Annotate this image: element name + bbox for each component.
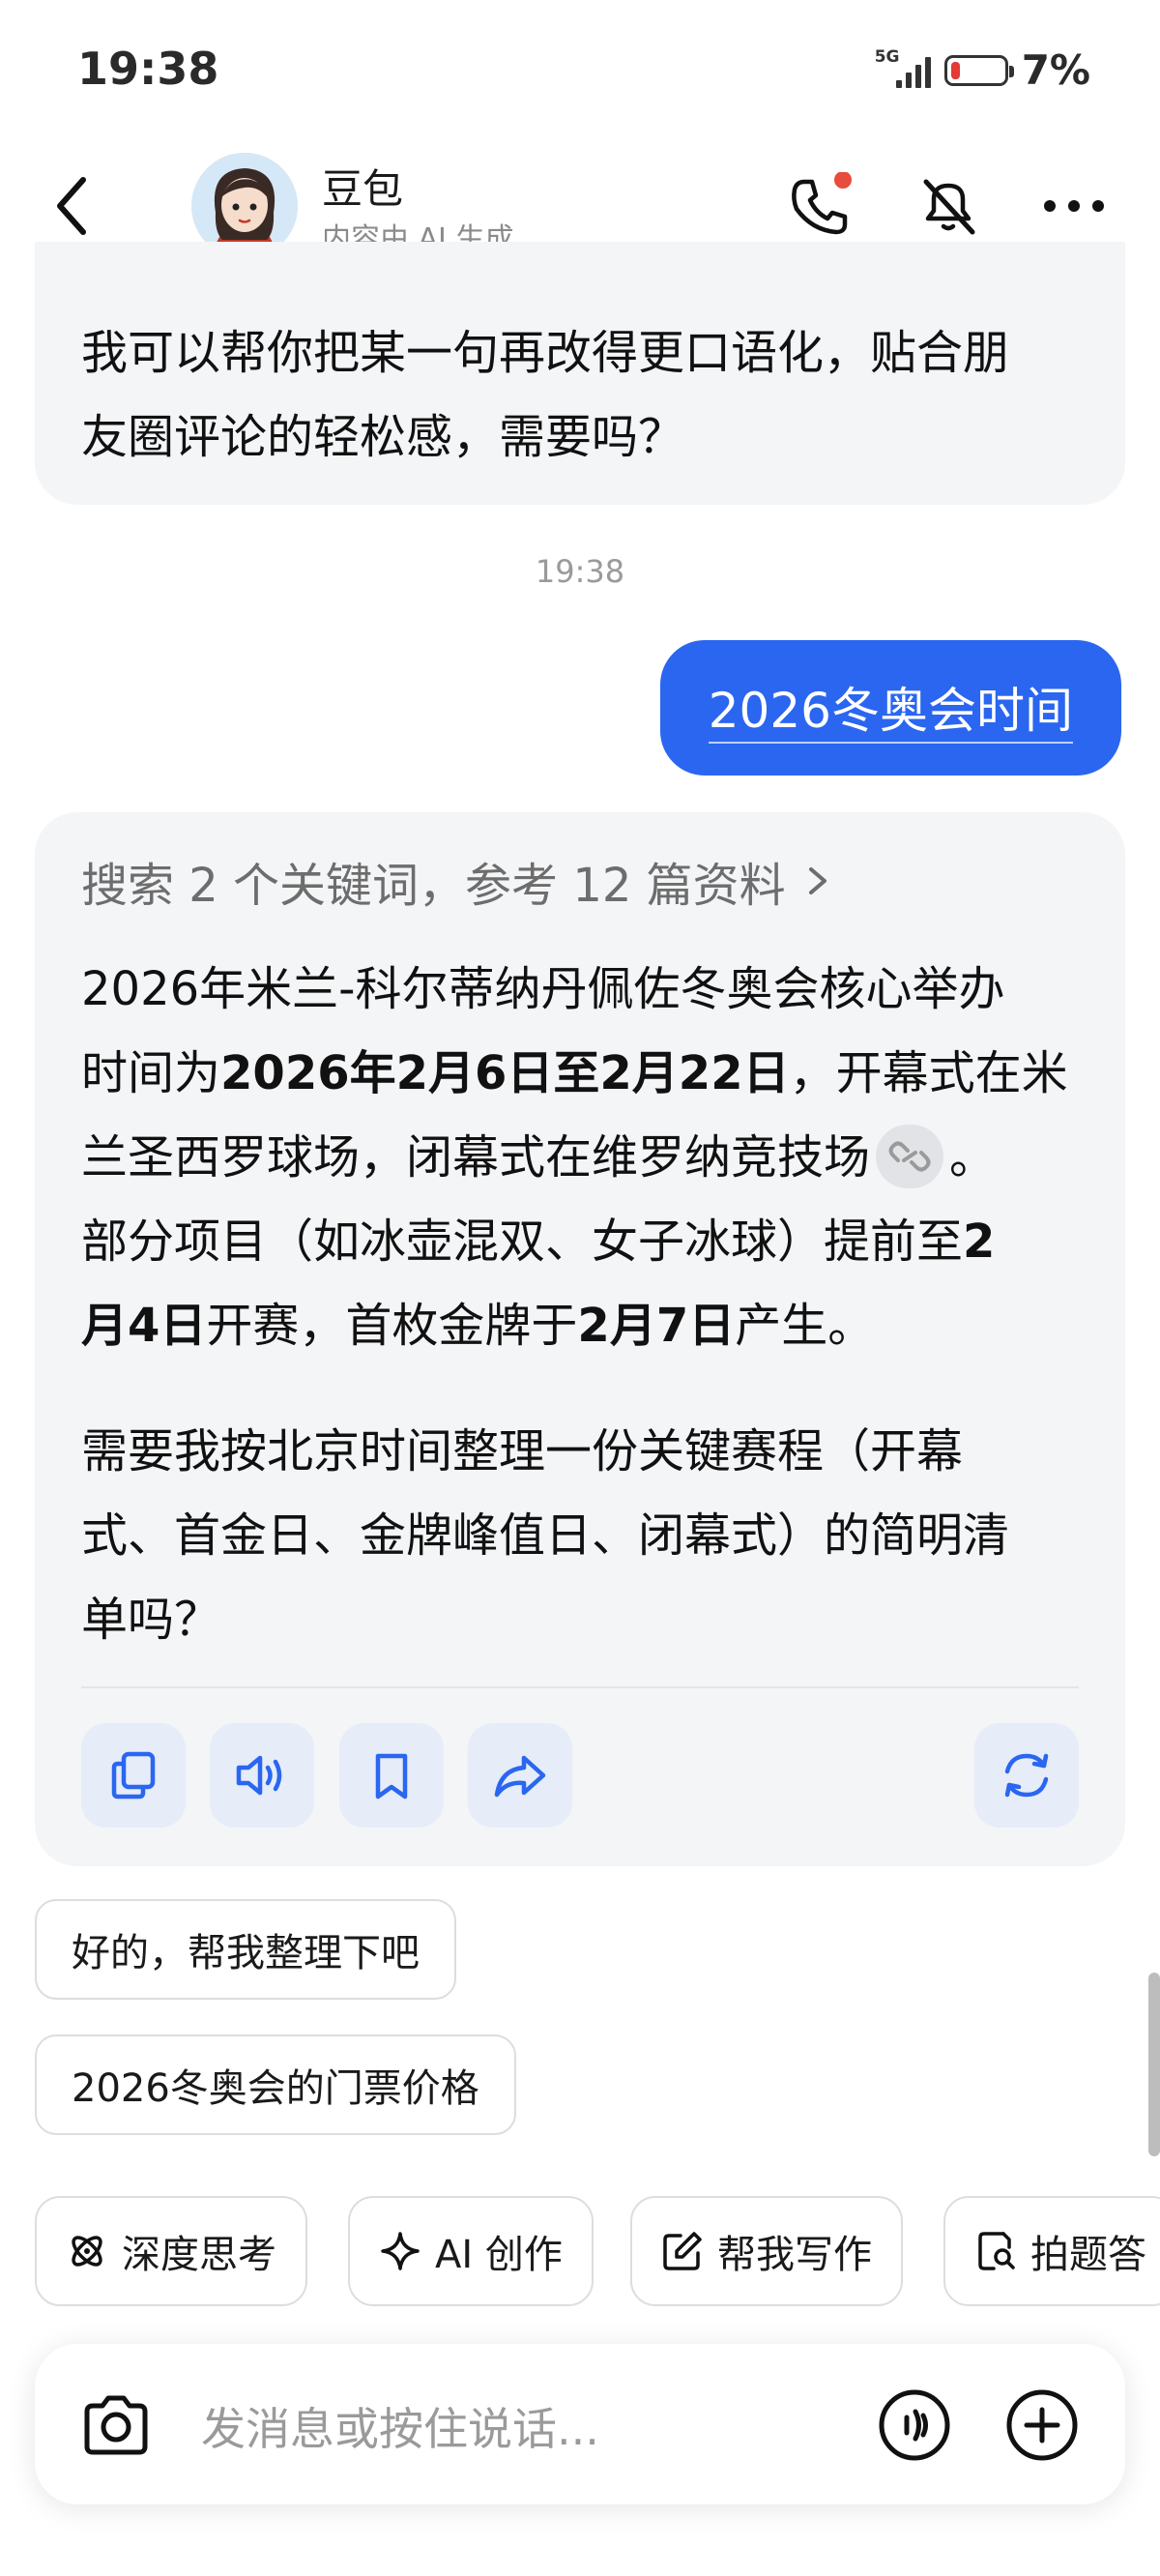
date-range-highlight: 2026年2月6日至2月22日 — [220, 1046, 790, 1100]
reply-line-3: 兰圣西罗球场，闭幕式在维罗纳竞技场。 — [81, 1116, 996, 1200]
reply-line-1: 2026年米兰-科尔蒂纳丹佩佐冬奥会核心举办 — [81, 962, 1005, 1016]
status-time: 19:38 — [77, 43, 219, 95]
atom-icon — [72, 2236, 102, 2267]
scan-doc-icon — [978, 2232, 1015, 2270]
network-label: 5G — [874, 46, 900, 67]
call-button[interactable] — [785, 172, 853, 240]
share-icon — [494, 1755, 546, 1798]
tool-ai-create[interactable]: AI 创作 — [348, 2196, 594, 2306]
reply-line-2: 时间为2026年2月6日至2月22日，开幕式在米 — [81, 1046, 1068, 1100]
reply-question-line-1: 需要我按北京时间整理一份关键赛程（开幕 — [81, 1424, 964, 1478]
link-icon — [888, 1141, 931, 1172]
chevron-right-icon — [808, 867, 826, 894]
source-link-chip[interactable] — [876, 1125, 944, 1188]
sparkle-icon — [381, 2232, 420, 2270]
mute-icon — [923, 179, 975, 235]
read-aloud-button[interactable] — [210, 1723, 314, 1828]
battery-icon — [943, 54, 1014, 86]
copy-icon — [111, 1751, 156, 1800]
back-button[interactable] — [48, 172, 97, 240]
edit-icon — [663, 2232, 702, 2270]
mute-button[interactable] — [914, 172, 982, 240]
plus-circle-icon — [1006, 2389, 1078, 2461]
reply-line-4: 部分项目（如冰壶混双、女子冰球）提前至2 — [81, 1215, 996, 1269]
previous-ai-text-line2: 友圈评论的轻松感，需要吗？ — [81, 410, 685, 464]
reply-question-line-3: 单吗？ — [81, 1593, 221, 1647]
phone-icon — [792, 172, 852, 235]
camera-button[interactable] — [81, 2394, 151, 2456]
user-message[interactable]: 2026冬奥会时间 — [659, 640, 1121, 776]
search-summary: 搜索 2 个关键词，参考 12 篇资料 — [81, 859, 786, 913]
bot-name: 豆包 — [322, 165, 404, 213]
bookmark-icon — [375, 1753, 408, 1800]
status-indicators: 5G 7% — [875, 46, 1090, 94]
regenerate-button[interactable] — [974, 1723, 1079, 1828]
back-icon — [57, 177, 86, 235]
more-icon — [1044, 200, 1104, 212]
search-sources-link[interactable]: 搜索 2 个关键词，参考 12 篇资料 — [81, 847, 832, 915]
bookmark-button[interactable] — [339, 1723, 444, 1828]
message-timestamp: 19:38 — [535, 553, 625, 590]
tool-writing[interactable]: 帮我写作 — [630, 2196, 903, 2306]
reply-divider — [81, 1686, 1079, 1688]
user-message-text: 2026冬奥会时间 — [708, 672, 1073, 744]
add-button[interactable] — [1005, 2388, 1079, 2462]
tool-photo-answer[interactable]: 拍题答 — [943, 2196, 1160, 2306]
battery-percent: 7% — [1021, 46, 1090, 94]
suggestion-chip-1[interactable]: 好的，帮我整理下吧 — [35, 1899, 456, 2000]
suggestion-chip-2[interactable]: 2026冬奥会的门票价格 — [35, 2034, 516, 2135]
tool-deep-think[interactable]: 深度思考 — [35, 2196, 307, 2306]
more-button[interactable] — [1040, 172, 1108, 240]
signal-icon: 5G — [875, 47, 931, 88]
previous-ai-text-line1: 我可以帮你把某一句再改得更口语化，贴合朋 — [81, 326, 1010, 380]
copy-button[interactable] — [81, 1723, 186, 1828]
voice-button[interactable] — [878, 2388, 951, 2462]
voice-wave-icon — [879, 2389, 950, 2461]
refresh-icon — [1004, 1753, 1049, 1798]
speaker-icon — [236, 1755, 282, 1796]
message-input[interactable]: 发消息或按住说话... — [201, 2394, 599, 2458]
reply-line-5: 月4日开赛，首枚金牌于2月7日产生。 — [81, 1299, 875, 1353]
reply-question-line-2: 式、首金日、金牌峰值日、闭幕式）的简明清 — [81, 1508, 1010, 1563]
share-button[interactable] — [468, 1723, 572, 1828]
scrollbar[interactable] — [1148, 1973, 1160, 2156]
camera-icon — [84, 2395, 148, 2455]
